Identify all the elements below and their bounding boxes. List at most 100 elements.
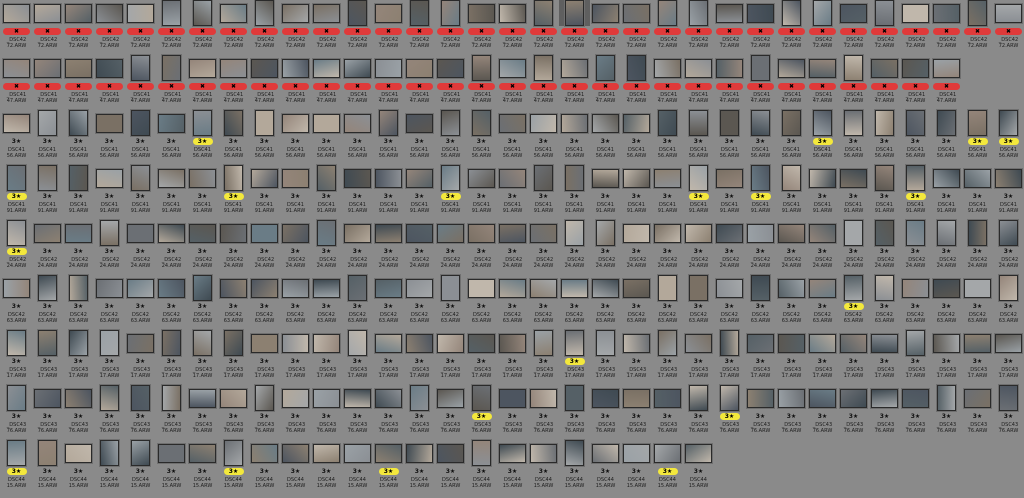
photo-thumbnail-cell[interactable]: 3★ _DSC43 17.ARW xyxy=(807,330,838,380)
photo-thumbnail-cell[interactable]: 3★ DSC42 63.ARW xyxy=(590,275,621,325)
photo-thumbnail-cell[interactable]: 3★ DSC44 15.ARW xyxy=(373,440,404,490)
photo-thumbnail-cell[interactable]: 3★ DSC42 63.ARW xyxy=(559,275,590,325)
photo-thumbnail[interactable] xyxy=(131,110,150,136)
star-rating[interactable]: 3★ xyxy=(818,193,828,200)
photo-thumbnail[interactable] xyxy=(251,168,278,188)
photo-thumbnail-cell[interactable]: 3★ DSC44 15.ARW xyxy=(497,440,528,490)
photo-thumbnail-cell[interactable]: 3★ DSC41 56.ARW xyxy=(528,110,559,160)
photo-thumbnail[interactable] xyxy=(193,0,212,26)
photo-thumbnail[interactable] xyxy=(623,168,650,188)
photo-thumbnail[interactable] xyxy=(34,388,61,408)
photo-thumbnail[interactable] xyxy=(224,330,243,356)
photo-thumbnail-cell[interactable]: 3★ _DSC43 17.ARW xyxy=(280,330,311,380)
photo-thumbnail[interactable] xyxy=(654,443,681,463)
star-rating[interactable]: 3★ xyxy=(167,193,177,200)
photo-thumbnail-cell[interactable]: 3★ DSC42 63.ARW xyxy=(311,275,342,325)
photo-thumbnail-cell[interactable]: ✖ _DSC42 72.ARW xyxy=(590,0,621,50)
reject-flag-icon[interactable]: ✖ xyxy=(251,83,278,90)
reject-flag-icon[interactable]: ✖ xyxy=(3,28,30,35)
star-rating[interactable]: 3★ xyxy=(260,413,270,420)
photo-thumbnail[interactable] xyxy=(995,168,1022,188)
photo-thumbnail-cell[interactable]: 3★ DSC41 56.ARW xyxy=(931,110,962,160)
photo-thumbnail[interactable] xyxy=(282,58,309,78)
photo-thumbnail[interactable] xyxy=(999,275,1018,301)
photo-thumbnail[interactable] xyxy=(255,385,274,411)
star-rating-pill[interactable]: 3★ xyxy=(905,193,926,200)
photo-thumbnail-cell[interactable]: 3★ _DSC43 17.ARW xyxy=(1,330,32,380)
star-rating[interactable]: 3★ xyxy=(415,358,425,365)
photo-thumbnail-cell[interactable]: ✖ _DSC42 72.ARW xyxy=(776,0,807,50)
reject-flag-icon[interactable]: ✖ xyxy=(220,83,247,90)
star-rating[interactable]: 3★ xyxy=(663,413,673,420)
photo-thumbnail-cell[interactable]: ✖ _DSC41 47.ARW xyxy=(280,55,311,105)
photo-thumbnail-cell[interactable]: 3★ DSC42 63.ARW xyxy=(466,275,497,325)
photo-thumbnail[interactable] xyxy=(65,223,92,243)
photo-thumbnail[interactable] xyxy=(69,110,88,136)
photo-thumbnail-cell[interactable]: ✖ _DSC42 72.ARW xyxy=(311,0,342,50)
photo-thumbnail-cell[interactable]: 3★ _DSC43 17.ARW xyxy=(497,330,528,380)
photo-thumbnail[interactable] xyxy=(131,165,150,191)
star-rating[interactable]: 3★ xyxy=(973,248,983,255)
photo-thumbnail[interactable] xyxy=(282,333,309,353)
photo-thumbnail[interactable] xyxy=(224,110,243,136)
photo-thumbnail-cell[interactable]: ✖ _DSC41 47.ARW xyxy=(497,55,528,105)
photo-thumbnail[interactable] xyxy=(778,58,805,78)
photo-thumbnail[interactable] xyxy=(689,275,708,301)
photo-thumbnail[interactable] xyxy=(499,113,526,133)
star-rating[interactable]: 3★ xyxy=(322,138,332,145)
photo-thumbnail[interactable] xyxy=(96,168,123,188)
photo-thumbnail[interactable] xyxy=(499,223,526,243)
star-rating[interactable]: 3★ xyxy=(601,468,611,475)
star-rating[interactable]: 3★ xyxy=(229,248,239,255)
photo-thumbnail[interactable] xyxy=(654,58,681,78)
photo-thumbnail-cell[interactable]: 3★ _DSC43 76.ARW xyxy=(931,385,962,435)
photo-thumbnail[interactable] xyxy=(623,388,650,408)
star-rating-pill[interactable]: 3★ xyxy=(471,413,492,420)
photo-thumbnail[interactable] xyxy=(534,55,553,81)
photo-thumbnail-cell[interactable]: 3★ _DSC43 17.ARW xyxy=(125,330,156,380)
photo-thumbnail[interactable] xyxy=(69,165,88,191)
star-rating[interactable]: 3★ xyxy=(446,468,456,475)
photo-thumbnail-cell[interactable]: 3★ _DSC43 17.ARW xyxy=(931,330,962,380)
star-rating[interactable]: 3★ xyxy=(880,413,890,420)
reject-flag-icon[interactable]: ✖ xyxy=(468,83,495,90)
photo-thumbnail-cell[interactable]: 3★ _DSC42 24.ARW xyxy=(404,220,435,270)
star-rating[interactable]: 3★ xyxy=(167,468,177,475)
photo-thumbnail[interactable] xyxy=(778,223,805,243)
reject-flag-icon[interactable]: ✖ xyxy=(499,83,526,90)
star-rating[interactable]: 3★ xyxy=(911,303,921,310)
photo-thumbnail-cell[interactable]: 3★ DSC41 91.ARW xyxy=(931,165,962,215)
star-rating[interactable]: 3★ xyxy=(973,303,983,310)
photo-thumbnail-cell[interactable]: 3★ _DSC42 24.ARW xyxy=(466,220,497,270)
photo-thumbnail[interactable] xyxy=(344,388,371,408)
photo-thumbnail-cell[interactable]: 3★ DSC41 91.ARW xyxy=(621,165,652,215)
photo-thumbnail-cell[interactable]: 3★ _DSC42 24.ARW xyxy=(869,220,900,270)
photo-thumbnail-cell[interactable]: ✖ _DSC41 47.ARW xyxy=(125,55,156,105)
star-rating[interactable]: 3★ xyxy=(229,303,239,310)
photo-thumbnail[interactable] xyxy=(592,168,619,188)
reject-flag-icon[interactable]: ✖ xyxy=(437,83,464,90)
photo-thumbnail-cell[interactable]: 3★ DSC41 91.ARW xyxy=(342,165,373,215)
photo-thumbnail-cell[interactable]: 3★ _DSC42 24.ARW xyxy=(32,220,63,270)
photo-thumbnail[interactable] xyxy=(782,165,801,191)
photo-thumbnail[interactable] xyxy=(472,110,491,136)
photo-thumbnail-cell[interactable]: ✖ _DSC42 72.ARW xyxy=(559,0,590,50)
photo-thumbnail-cell[interactable]: ✖ _DSC41 47.ARW xyxy=(807,55,838,105)
photo-thumbnail-cell[interactable]: ✖ _DSC42 72.ARW xyxy=(497,0,528,50)
reject-flag-icon[interactable]: ✖ xyxy=(561,28,588,35)
reject-flag-icon[interactable]: ✖ xyxy=(933,83,960,90)
photo-thumbnail[interactable] xyxy=(282,388,309,408)
reject-flag-icon[interactable]: ✖ xyxy=(344,28,371,35)
star-rating[interactable]: 3★ xyxy=(694,413,704,420)
star-rating-pill[interactable]: 3★ xyxy=(192,138,213,145)
photo-thumbnail[interactable] xyxy=(468,168,495,188)
photo-thumbnail-cell[interactable]: ✖ _DSC41 47.ARW xyxy=(63,55,94,105)
photo-thumbnail[interactable] xyxy=(189,58,216,78)
star-rating[interactable]: 3★ xyxy=(446,138,456,145)
star-rating[interactable]: 3★ xyxy=(539,193,549,200)
photo-thumbnail-cell[interactable]: 3★ _DSC42 24.ARW xyxy=(311,220,342,270)
photo-thumbnail-cell[interactable]: 3★ DSC41 56.ARW xyxy=(621,110,652,160)
photo-thumbnail-cell[interactable]: 3★ DSC41 91.ARW xyxy=(838,165,869,215)
reject-flag-icon[interactable]: ✖ xyxy=(344,83,371,90)
photo-thumbnail[interactable] xyxy=(472,440,491,466)
